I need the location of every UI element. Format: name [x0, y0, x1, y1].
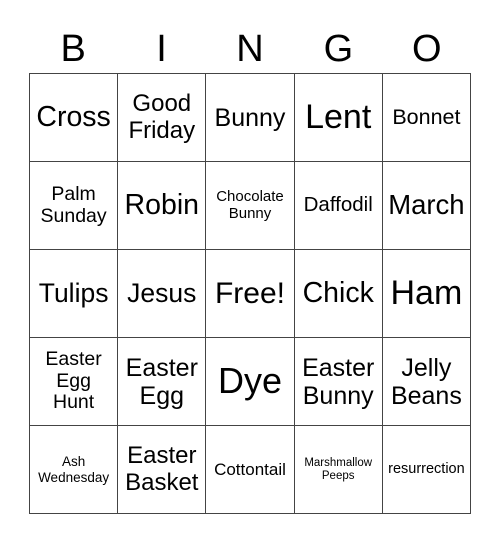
- bingo-cell[interactable]: Lent: [294, 74, 383, 162]
- bingo-cell[interactable]: Marshmallow Peeps: [294, 426, 383, 514]
- bingo-cell[interactable]: Ham: [382, 250, 471, 338]
- bingo-cell[interactable]: Jesus: [118, 250, 207, 338]
- bingo-cell[interactable]: Chick: [294, 250, 383, 338]
- bingo-cell[interactable]: Cross: [30, 74, 119, 162]
- bingo-cell[interactable]: Jelly Beans: [382, 338, 471, 426]
- bingo-cell[interactable]: resurrection: [382, 426, 471, 514]
- bingo-cell[interactable]: Cottontail: [206, 426, 295, 514]
- bingo-cell[interactable]: March: [382, 162, 471, 250]
- bingo-cell[interactable]: Ash Wednesday: [30, 426, 119, 514]
- bingo-cell[interactable]: Daffodil: [294, 162, 383, 250]
- bingo-cell[interactable]: Dye: [206, 338, 295, 426]
- bingo-cell[interactable]: Palm Sunday: [30, 162, 119, 250]
- bingo-header: B I N G O: [29, 26, 471, 72]
- header-letter-g: G: [323, 28, 354, 70]
- bingo-cell[interactable]: Easter Bunny: [294, 338, 383, 426]
- bingo-cell[interactable]: Tulips: [30, 250, 119, 338]
- header-letter-n: N: [236, 28, 264, 70]
- bingo-cell[interactable]: Easter Egg Hunt: [30, 338, 119, 426]
- bingo-cell[interactable]: Good Friday: [118, 74, 207, 162]
- bingo-cell[interactable]: Robin: [118, 162, 207, 250]
- header-letter-b: B: [60, 28, 86, 70]
- bingo-cell[interactable]: Chocolate Bunny: [206, 162, 295, 250]
- header-letter-o: O: [411, 28, 442, 70]
- bingo-cell[interactable]: Bunny: [206, 74, 295, 162]
- bingo-cell[interactable]: Bonnet: [382, 74, 471, 162]
- bingo-cell[interactable]: Easter Basket: [118, 426, 207, 514]
- header-letter-i: I: [156, 28, 167, 70]
- bingo-grid: Cross Good Friday Bunny Lent Bonnet Palm…: [29, 73, 471, 514]
- bingo-cell[interactable]: Easter Egg: [118, 338, 207, 426]
- free-space[interactable]: Free!: [206, 250, 295, 338]
